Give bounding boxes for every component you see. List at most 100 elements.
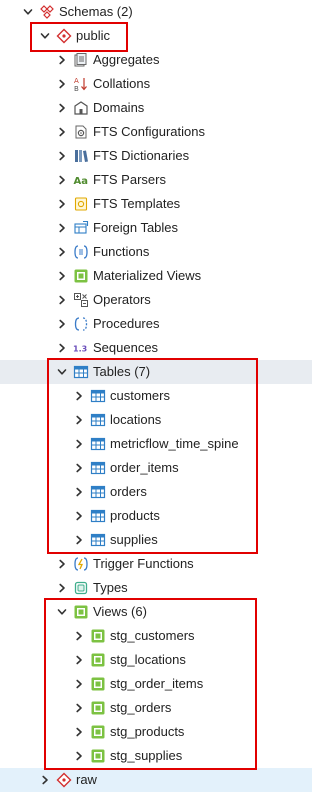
chevron-right-icon[interactable]: [56, 558, 68, 570]
tree-item-label: Schemas (2): [59, 4, 133, 19]
tree-item-table[interactable]: locations: [0, 408, 312, 432]
fts-templates-icon: [73, 196, 89, 212]
chevron-right-icon[interactable]: [56, 582, 68, 594]
tree-item-types[interactable]: Types: [0, 576, 312, 600]
chevron-down-icon[interactable]: [56, 606, 68, 618]
tree-item-label: stg_orders: [110, 700, 172, 715]
tree-item-schemas[interactable]: Schemas (2): [0, 0, 312, 24]
schemas-icon: [39, 4, 55, 20]
table-icon: [90, 460, 106, 476]
tree-item-label: Tables (7): [93, 364, 151, 379]
tree-item-view[interactable]: stg_products: [0, 720, 312, 744]
svg-text:1.3: 1.3: [73, 345, 87, 354]
chevron-right-icon[interactable]: [56, 318, 68, 330]
sequences-icon: 1.3: [73, 340, 89, 356]
view-icon: [90, 724, 106, 740]
tree-item-label: locations: [110, 412, 162, 427]
tree-item-label: public: [76, 28, 110, 43]
chevron-right-icon[interactable]: [73, 390, 85, 402]
chevron-right-icon[interactable]: [56, 342, 68, 354]
tree-item-domains[interactable]: Domains: [0, 96, 312, 120]
view-icon: [90, 700, 106, 716]
materialized-views-icon: [73, 268, 89, 284]
tree-item-fts-templates[interactable]: FTS Templates: [0, 192, 312, 216]
chevron-right-icon[interactable]: [56, 174, 68, 186]
chevron-right-icon[interactable]: [73, 678, 85, 690]
chevron-right-icon[interactable]: [56, 54, 68, 66]
tree-item-public[interactable]: public: [0, 24, 312, 48]
schema-icon: [56, 28, 72, 44]
tree-item-collations[interactable]: A B Collations: [0, 72, 312, 96]
tree-item-foreign-tables[interactable]: Foreign Tables: [0, 216, 312, 240]
chevron-right-icon[interactable]: [56, 78, 68, 90]
tree-item-table[interactable]: supplies: [0, 528, 312, 552]
chevron-right-icon[interactable]: [73, 510, 85, 522]
chevron-right-icon[interactable]: [56, 126, 68, 138]
tree-item-label: Aggregates: [93, 52, 160, 67]
tree-item-label: Trigger Functions: [93, 556, 194, 571]
tree-item-operators[interactable]: Operators: [0, 288, 312, 312]
fts-parsers-icon: Aa: [73, 172, 89, 188]
tree-item-materialized-views[interactable]: Materialized Views: [0, 264, 312, 288]
tree-item-label: FTS Configurations: [93, 124, 205, 139]
chevron-right-icon[interactable]: [56, 246, 68, 258]
tree-item-sequences[interactable]: 1.3 Sequences: [0, 336, 312, 360]
tree-item-table[interactable]: order_items: [0, 456, 312, 480]
chevron-right-icon[interactable]: [73, 414, 85, 426]
chevron-right-icon[interactable]: [56, 270, 68, 282]
tree-item-fts-parsers[interactable]: Aa FTS Parsers: [0, 168, 312, 192]
chevron-right-icon[interactable]: [73, 438, 85, 450]
chevron-right-icon[interactable]: [73, 462, 85, 474]
tree-item-views[interactable]: Views (6): [0, 600, 312, 624]
tree-item-view[interactable]: stg_orders: [0, 696, 312, 720]
chevron-right-icon[interactable]: [73, 750, 85, 762]
chevron-right-icon[interactable]: [56, 102, 68, 114]
chevron-right-icon[interactable]: [73, 486, 85, 498]
tree-item-table[interactable]: metricflow_time_spine: [0, 432, 312, 456]
chevron-right-icon[interactable]: [73, 726, 85, 738]
tree-item-table[interactable]: products: [0, 504, 312, 528]
tree-item-procedures[interactable]: Procedures: [0, 312, 312, 336]
chevron-down-icon[interactable]: [39, 30, 51, 42]
schema-icon: [56, 772, 72, 788]
tree-item-functions[interactable]: Functions: [0, 240, 312, 264]
view-icon: [90, 748, 106, 764]
tree-item-label: customers: [110, 388, 170, 403]
chevron-down-icon[interactable]: [56, 366, 68, 378]
tree-item-label: Operators: [93, 292, 151, 307]
tree-item-view[interactable]: stg_supplies: [0, 744, 312, 768]
svg-text:B: B: [74, 85, 79, 92]
tree-item-label: stg_locations: [110, 652, 186, 667]
chevron-right-icon[interactable]: [73, 534, 85, 546]
chevron-down-icon[interactable]: [22, 6, 34, 18]
chevron-right-icon[interactable]: [56, 222, 68, 234]
table-icon: [90, 508, 106, 524]
chevron-right-icon[interactable]: [56, 294, 68, 306]
tree-item-tables[interactable]: Tables (7): [0, 360, 312, 384]
tree-item-aggregates[interactable]: Aggregates: [0, 48, 312, 72]
tree-item-label: Functions: [93, 244, 150, 259]
tree-item-table[interactable]: customers: [0, 384, 312, 408]
tree-item-label: stg_order_items: [110, 676, 204, 691]
tree-item-view[interactable]: stg_customers: [0, 624, 312, 648]
table-icon: [90, 532, 106, 548]
chevron-right-icon[interactable]: [73, 630, 85, 642]
view-icon: [90, 676, 106, 692]
chevron-right-icon[interactable]: [73, 654, 85, 666]
fts-dictionaries-icon: [73, 148, 89, 164]
chevron-right-icon[interactable]: [56, 150, 68, 162]
tree-item-table[interactable]: orders: [0, 480, 312, 504]
chevron-right-icon[interactable]: [39, 774, 51, 786]
views-icon: [73, 604, 89, 620]
tree-item-view[interactable]: stg_order_items: [0, 672, 312, 696]
tree-item-label: Domains: [93, 100, 145, 115]
tree-item-label: Collations: [93, 76, 151, 91]
tree-item-trigger-functions[interactable]: Trigger Functions: [0, 552, 312, 576]
table-icon: [90, 436, 106, 452]
chevron-right-icon[interactable]: [56, 198, 68, 210]
chevron-right-icon[interactable]: [73, 702, 85, 714]
tree-item-view[interactable]: stg_locations: [0, 648, 312, 672]
tree-item-raw[interactable]: raw: [0, 768, 312, 792]
tree-item-fts-dictionaries[interactable]: FTS Dictionaries: [0, 144, 312, 168]
tree-item-fts-configurations[interactable]: FTS Configurations: [0, 120, 312, 144]
